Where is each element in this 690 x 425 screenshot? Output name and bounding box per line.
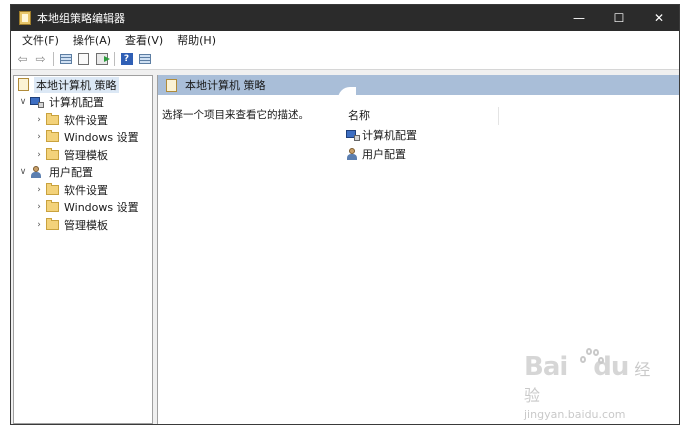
list-item-user-config[interactable]: 用户配置 bbox=[346, 146, 406, 162]
title-bar[interactable]: 本地组策略编辑器 — ☐ ✕ bbox=[11, 5, 679, 31]
toolbar-separator bbox=[53, 52, 54, 66]
tree-item-computer-admin-templates[interactable]: › 管理模板 bbox=[14, 146, 152, 164]
tree-item-label: 软件设置 bbox=[64, 183, 108, 197]
tree-item-user-config[interactable]: ∨ 用户配置 bbox=[14, 164, 152, 182]
folder-icon bbox=[46, 200, 59, 213]
watermark-url: jingyan.baidu.com bbox=[524, 408, 626, 421]
tree-item-label: 本地计算机 策略 bbox=[34, 76, 119, 93]
chevron-down-icon[interactable]: ∨ bbox=[18, 167, 28, 177]
maximize-button[interactable]: ☐ bbox=[599, 5, 639, 31]
chevron-right-icon[interactable]: › bbox=[34, 220, 44, 230]
watermark-brand: Bai bbox=[524, 352, 568, 382]
user-icon bbox=[30, 166, 44, 179]
tree-item-local-policy[interactable]: 本地计算机 策略 bbox=[14, 76, 152, 94]
menu-file[interactable]: 文件(F) bbox=[15, 32, 66, 48]
user-icon bbox=[346, 148, 360, 160]
menu-view[interactable]: 查看(V) bbox=[118, 32, 170, 48]
folder-icon bbox=[46, 182, 59, 195]
tree-item-label: 计算机配置 bbox=[49, 96, 104, 110]
policy-icon bbox=[18, 78, 29, 92]
tree-item-label: 管理模板 bbox=[64, 148, 108, 162]
menu-action[interactable]: 操作(A) bbox=[66, 32, 118, 48]
tree-item-computer-software[interactable]: › 软件设置 bbox=[14, 111, 152, 129]
policy-editor-app-icon bbox=[19, 11, 31, 25]
tree-item-label: 用户配置 bbox=[49, 166, 93, 180]
minimize-button[interactable]: — bbox=[559, 5, 599, 31]
folder-icon bbox=[46, 112, 59, 125]
action-pane-icon bbox=[138, 54, 151, 64]
tree-item-user-software[interactable]: › 软件设置 bbox=[14, 181, 152, 199]
tree-item-label: 管理模板 bbox=[64, 218, 108, 232]
description-text: 选择一个项目来查看它的描述。 bbox=[162, 109, 309, 121]
forward-button[interactable]: ⇨ bbox=[33, 52, 48, 66]
console-tree-icon bbox=[59, 54, 72, 64]
chevron-right-icon[interactable]: › bbox=[34, 115, 44, 125]
show-action-pane-button[interactable] bbox=[137, 52, 152, 66]
folder-icon bbox=[46, 147, 59, 160]
window-title: 本地组策略编辑器 bbox=[37, 12, 125, 25]
tree-item-label: 软件设置 bbox=[64, 113, 108, 127]
show-hide-tree-button[interactable] bbox=[58, 52, 73, 66]
description-pane: 选择一个项目来查看它的描述。 bbox=[158, 95, 338, 424]
column-header-name[interactable]: 名称 bbox=[348, 107, 499, 125]
close-button[interactable]: ✕ bbox=[639, 5, 679, 31]
list-item-label: 计算机配置 bbox=[362, 129, 417, 142]
details-header-title: 本地计算机 策略 bbox=[185, 79, 266, 92]
policy-icon bbox=[166, 78, 177, 92]
toolbar: ⇦ ⇨ ? bbox=[11, 49, 679, 70]
export-list-button[interactable] bbox=[94, 52, 110, 66]
properties-button[interactable] bbox=[76, 52, 91, 66]
list-item-computer-config[interactable]: 计算机配置 bbox=[346, 127, 417, 143]
menu-help[interactable]: 帮助(H) bbox=[170, 32, 223, 48]
help-icon: ? bbox=[120, 53, 133, 65]
window-controls: — ☐ ✕ bbox=[559, 5, 679, 31]
details-header: 本地计算机 策略 bbox=[158, 75, 679, 95]
baidu-jingyan-watermark: Bai du 经验 jingyan.baidu.com bbox=[524, 348, 654, 421]
menu-bar: 文件(F) 操作(A) 查看(V) 帮助(H) bbox=[11, 31, 679, 49]
tree-item-computer-windows[interactable]: › Windows 设置 bbox=[14, 129, 152, 147]
tree-item-user-admin-templates[interactable]: › 管理模板 bbox=[14, 216, 152, 234]
tree-item-computer-config[interactable]: ∨ 计算机配置 bbox=[14, 94, 152, 112]
help-button[interactable]: ? bbox=[119, 52, 134, 66]
tree-item-label: Windows 设置 bbox=[64, 201, 139, 215]
back-button[interactable]: ⇦ bbox=[15, 52, 30, 66]
export-icon bbox=[95, 53, 110, 65]
toolbar-separator bbox=[114, 52, 115, 66]
list-item-label: 用户配置 bbox=[362, 148, 406, 161]
folder-icon bbox=[46, 217, 59, 230]
chevron-right-icon[interactable]: › bbox=[34, 185, 44, 195]
chevron-right-icon[interactable]: › bbox=[34, 202, 44, 212]
chevron-right-icon[interactable]: › bbox=[34, 132, 44, 142]
properties-icon bbox=[78, 53, 89, 65]
chevron-down-icon[interactable]: ∨ bbox=[18, 97, 28, 107]
chevron-right-icon[interactable]: › bbox=[34, 150, 44, 160]
computer-icon bbox=[30, 96, 44, 108]
folder-icon bbox=[46, 130, 59, 143]
console-tree[interactable]: 本地计算机 策略 ∨ 计算机配置 › 软件设置 › Windows 设置 › 管… bbox=[13, 75, 153, 424]
tree-item-label: Windows 设置 bbox=[64, 131, 139, 145]
watermark-brand-right: du bbox=[593, 352, 629, 382]
computer-icon bbox=[346, 129, 360, 141]
tree-item-user-windows[interactable]: › Windows 设置 bbox=[14, 199, 152, 217]
